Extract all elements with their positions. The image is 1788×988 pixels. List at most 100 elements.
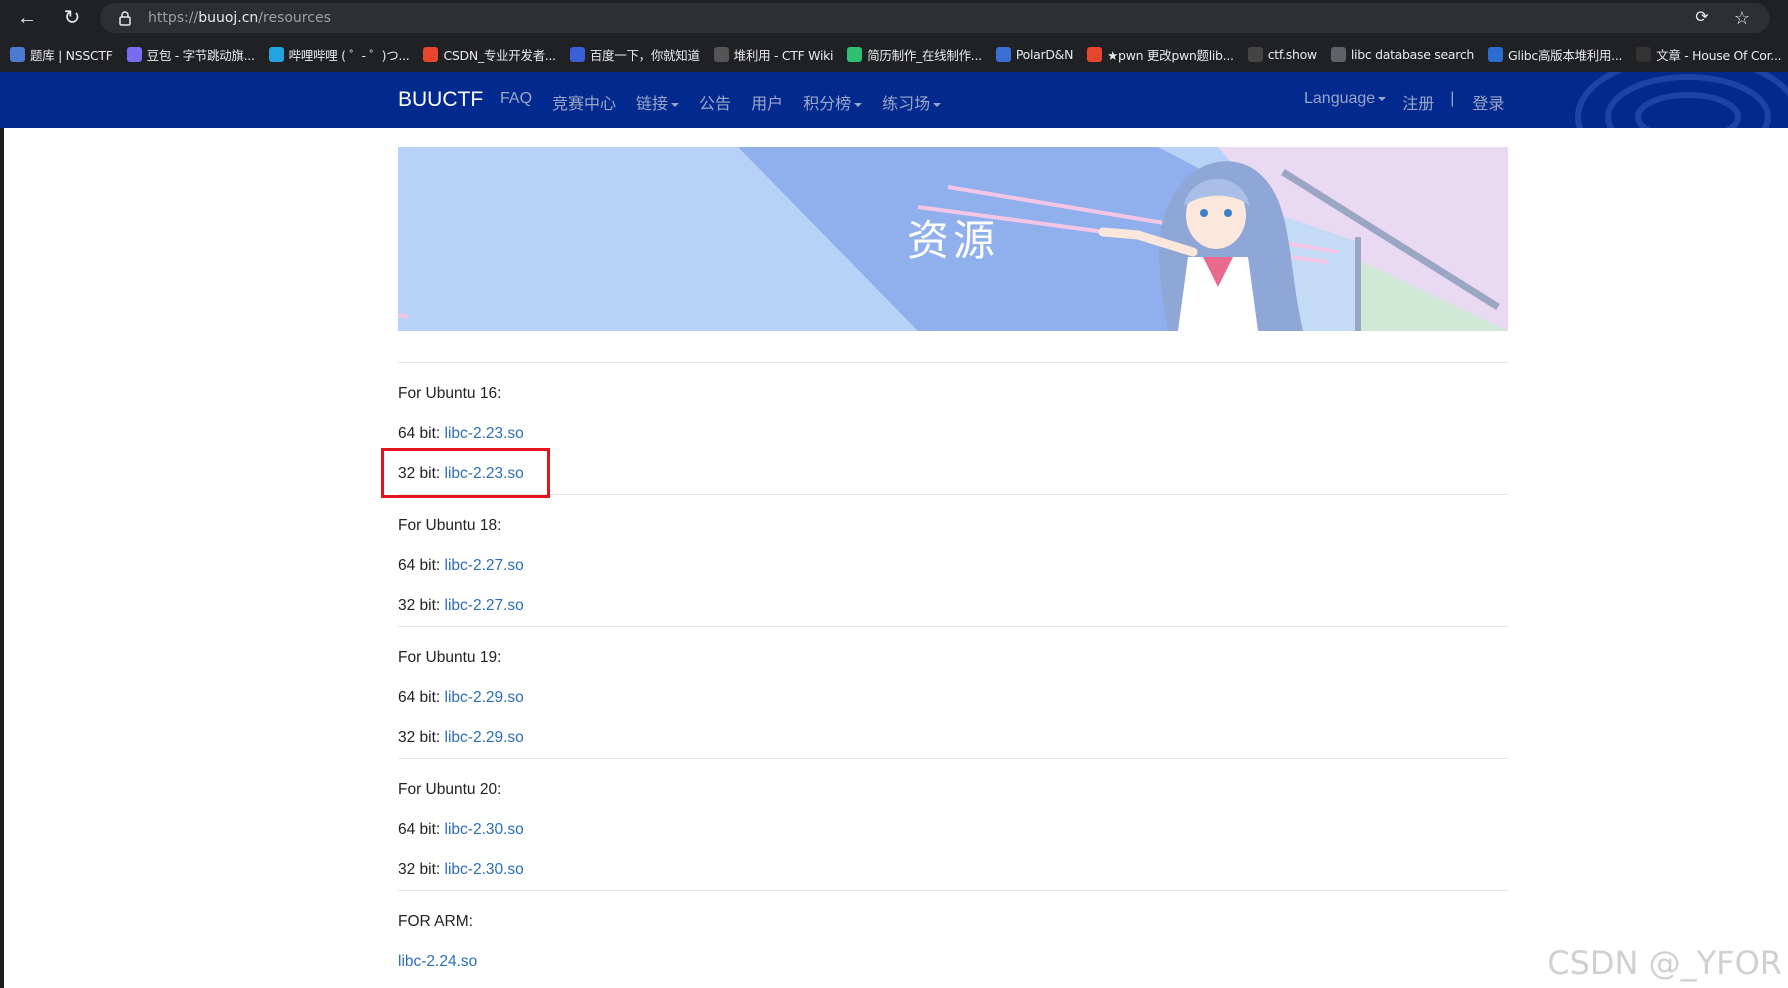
section-divider: [398, 362, 1508, 363]
nssctf-icon: [10, 46, 25, 62]
nav-item[interactable]: FAQ: [500, 90, 532, 114]
bookmark-label: 简历制作_在线制作...: [867, 47, 982, 63]
nav-separator: |: [1450, 90, 1455, 107]
bilibili-icon: [268, 46, 284, 62]
register-link[interactable]: 注册: [1402, 90, 1434, 114]
section-divider: [398, 626, 1508, 627]
libc-download-link[interactable]: libc-2.30.so: [445, 821, 524, 838]
window-edge: [0, 72, 4, 988]
nav-item-label: 积分榜: [803, 96, 852, 113]
bookmark-item[interactable]: 百度一下，你就知道: [569, 45, 700, 64]
resource-heading: FOR ARM:: [398, 913, 473, 930]
baidu-icon: [569, 46, 585, 62]
libc-download-link[interactable]: libc-2.24.so: [398, 953, 477, 970]
globe-icon: [1330, 46, 1346, 62]
resource-row: 32 bit: libc-2.23.so: [398, 454, 1508, 494]
caret-down-icon: [854, 102, 863, 107]
bookmark-label: 堆利用 - CTF Wiki: [733, 47, 834, 63]
arch-label: 64 bit:: [398, 557, 445, 574]
nav-item[interactable]: 链接: [636, 90, 680, 114]
navbar-decoration: [1575, 72, 1788, 128]
nav-item-label: 竞赛中心: [552, 96, 617, 113]
bookmark-item[interactable]: 文章 - House Of Cor...: [1636, 45, 1782, 64]
nav-item-label: FAQ: [500, 90, 533, 107]
arch-label: 32 bit:: [398, 861, 445, 878]
bookmark-item[interactable]: CSDN_专业开发者...: [423, 45, 556, 64]
arch-label: 64 bit:: [398, 689, 445, 706]
resource-row: 64 bit: libc-2.29.so: [398, 678, 1508, 718]
bookmark-label: PolarD&N: [1015, 46, 1074, 62]
resources-list: For Ubuntu 16: 64 bit: libc-2.23.so 32 bit…: [398, 362, 1508, 982]
bookmark-item[interactable]: libc database search: [1330, 46, 1475, 62]
bookmark-item[interactable]: 简历制作_在线制作...: [847, 45, 982, 64]
bookmark-item[interactable]: PolarD&N: [995, 46, 1074, 62]
resource-group: For Ubuntu 19: 64 bit: libc-2.29.so 32 bit…: [398, 638, 1508, 758]
bookmark-item[interactable]: Glibc高版本堆利用...: [1488, 45, 1623, 64]
address-bar[interactable]: https://buuoj.cn/resources ⟳ ☆: [100, 3, 1770, 33]
resource-row: 64 bit: libc-2.27.so: [398, 546, 1508, 586]
bookmark-item[interactable]: 哔哩哔哩 ( ゜- ゜)つ...: [268, 45, 410, 64]
glibc-icon: [1488, 46, 1504, 62]
resource-group: For Ubuntu 18: 64 bit: libc-2.27.so 32 bit…: [398, 506, 1508, 626]
resource-group: For Ubuntu 20: 64 bit: libc-2.30.so 32 bit…: [398, 770, 1508, 890]
ctfwiki-icon: [713, 46, 729, 62]
bookmark-item[interactable]: ★pwn 更改pwn题lib...: [1087, 45, 1234, 64]
bookmark-item[interactable]: 堆利用 - CTF Wiki: [713, 45, 834, 64]
nav-item[interactable]: 竞赛中心: [552, 90, 616, 114]
reload-icon[interactable]: ↻: [60, 6, 84, 30]
bookmark-label: libc database search: [1350, 46, 1475, 62]
nav-item[interactable]: 用户: [751, 90, 783, 114]
star-icon[interactable]: ☆: [1732, 8, 1752, 28]
nav-item-label: 链接: [636, 96, 669, 113]
nav-item-label: 公告: [699, 96, 732, 113]
back-arrow-icon[interactable]: ←: [15, 6, 39, 30]
site-navbar: BUUCTF FAQ 竞赛中心 链接 公告 用户 积分榜 练习场 Language 注册 |…: [0, 72, 1788, 128]
site-info-icon[interactable]: [118, 10, 132, 26]
arch-label: 32 bit:: [398, 597, 445, 614]
url-scheme: https://: [148, 10, 199, 26]
login-link[interactable]: 登录: [1472, 90, 1504, 114]
libc-download-link[interactable]: libc-2.23.so: [445, 425, 524, 442]
nav-right: Language 注册 | 登录: [1304, 90, 1520, 114]
resource-group: For Ubuntu 16: 64 bit: libc-2.23.so 32 bit…: [398, 374, 1508, 494]
resource-heading: For Ubuntu 19:: [398, 649, 502, 666]
bookmark-label: ★pwn 更改pwn题lib...: [1107, 47, 1234, 63]
nav-item-label: 用户: [751, 96, 784, 113]
bookmarks-bar: 题库 | NSSCTF 豆包 - 字节跳动旗... 哔哩哔哩 ( ゜- ゜)つ...…: [0, 36, 1788, 72]
edge-refresh-icon[interactable]: ⟳: [1692, 8, 1712, 28]
bookmark-label: Glibc高版本堆利用...: [1508, 47, 1623, 63]
language-dropdown[interactable]: Language: [1304, 90, 1387, 114]
url-path: /resources: [258, 10, 331, 26]
resume-icon: [847, 46, 863, 62]
libc-download-link[interactable]: libc-2.29.so: [445, 729, 524, 746]
section-divider: [398, 758, 1508, 759]
resource-row: 64 bit: libc-2.23.so: [398, 414, 1508, 454]
caret-down-icon: [933, 102, 942, 107]
libc-download-link[interactable]: libc-2.27.so: [445, 597, 524, 614]
caret-down-icon: [1378, 96, 1387, 101]
url-text[interactable]: https://buuoj.cn/resources: [148, 10, 331, 26]
libc-download-link[interactable]: libc-2.27.so: [445, 557, 524, 574]
nav-item[interactable]: 积分榜: [803, 90, 863, 114]
csdn-icon: [1087, 46, 1103, 62]
url-host: buuoj.cn: [198, 10, 259, 26]
nav-item[interactable]: 练习场: [882, 90, 942, 114]
bookmark-item[interactable]: 豆包 - 字节跳动旗...: [126, 45, 255, 64]
browser-toolbar: ← ↻ https://buuoj.cn/resources ⟳ ☆: [0, 0, 1788, 36]
bookmark-label: 文章 - House Of Cor...: [1656, 47, 1782, 63]
site-brand[interactable]: BUUCTF: [398, 88, 483, 112]
section-divider: [398, 890, 1508, 891]
csdn-icon: [423, 46, 439, 62]
highlight-box: [381, 448, 550, 498]
bookmark-item[interactable]: ctf.show: [1247, 46, 1317, 62]
page-banner: 资源: [398, 147, 1508, 331]
bookmark-label: 百度一下，你就知道: [589, 47, 700, 63]
libc-download-link[interactable]: libc-2.30.so: [445, 861, 524, 878]
resource-heading: For Ubuntu 16:: [398, 385, 502, 402]
bookmark-item[interactable]: 题库 | NSSCTF: [10, 45, 113, 64]
watermark: CSDN @_YFOR: [1547, 944, 1782, 982]
libc-download-link[interactable]: libc-2.29.so: [445, 689, 524, 706]
resource-row: 32 bit: libc-2.29.so: [398, 718, 1508, 758]
caret-down-icon: [671, 102, 680, 107]
nav-item[interactable]: 公告: [699, 90, 731, 114]
